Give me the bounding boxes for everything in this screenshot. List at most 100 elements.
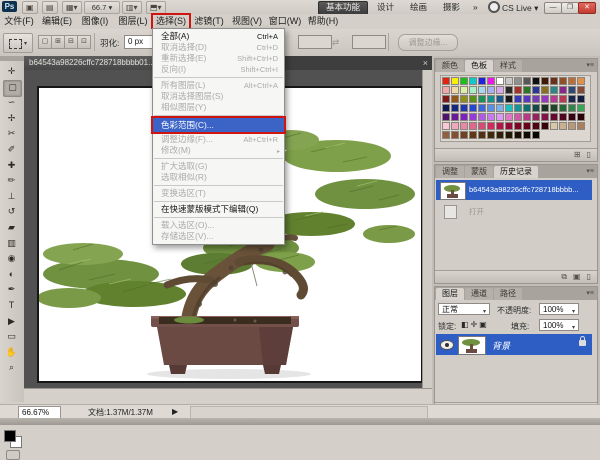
color-swatch[interactable] <box>568 86 576 94</box>
brush-tool[interactable]: ✏ <box>3 173 20 188</box>
color-swatch[interactable] <box>541 77 549 85</box>
color-swatch[interactable] <box>487 104 495 112</box>
color-swatch[interactable] <box>505 122 513 130</box>
dodge-tool[interactable]: ◐ <box>3 267 20 282</box>
layers-tab-1[interactable]: 通道 <box>465 288 493 300</box>
color-swatch[interactable] <box>523 77 531 85</box>
color-swatch[interactable] <box>496 113 504 121</box>
color-swatch[interactable] <box>496 77 504 85</box>
select-menu-item[interactable]: 取消选择图层(S) <box>153 91 284 102</box>
menu-item-8[interactable]: 帮助(H) <box>304 14 342 29</box>
menu-item-2[interactable]: 图像(I) <box>76 14 114 29</box>
color-swatch[interactable] <box>541 104 549 112</box>
color-swatch[interactable] <box>505 113 513 121</box>
color-swatch[interactable] <box>451 122 459 130</box>
color-swatch[interactable] <box>451 77 459 85</box>
color-swatch[interactable] <box>532 86 540 94</box>
color-swatch[interactable] <box>568 77 576 85</box>
menu-item-6[interactable]: 视图(V) <box>228 14 266 29</box>
color-swatch[interactable] <box>487 113 495 121</box>
color-swatch[interactable] <box>541 95 549 103</box>
select-menu-item[interactable]: 修改(M)▸ <box>153 145 284 156</box>
color-swatch[interactable] <box>469 86 477 94</box>
select-menu-item[interactable]: 存储选区(V)... <box>153 231 284 242</box>
color-swatch[interactable] <box>460 104 468 112</box>
color-swatch[interactable] <box>496 104 504 112</box>
color-swatch[interactable] <box>478 77 486 85</box>
gradient-tool[interactable]: ▥ <box>3 236 20 251</box>
color-swatch[interactable] <box>478 86 486 94</box>
color-swatch[interactable] <box>577 95 585 103</box>
color-swatch[interactable] <box>577 122 585 130</box>
add-selection-mode-icon[interactable]: ⊞ <box>51 35 65 49</box>
select-menu-item[interactable]: 相似图层(Y) <box>153 102 284 113</box>
lock-icons[interactable]: ◧✛▣ <box>461 320 489 329</box>
blur-tool[interactable]: ◉ <box>3 251 20 266</box>
color-swatch[interactable] <box>505 95 513 103</box>
color-swatch[interactable] <box>478 131 486 139</box>
color-swatch[interactable] <box>568 95 576 103</box>
color-swatch[interactable] <box>532 95 540 103</box>
panel-menu-icon[interactable]: ▾≡ <box>586 288 596 300</box>
subtract-selection-mode-icon[interactable]: ⊟ <box>64 35 78 49</box>
color-swatch[interactable] <box>451 86 459 94</box>
new-swatch-icon[interactable]: ⊞ <box>574 149 581 161</box>
color-swatch[interactable] <box>487 131 495 139</box>
menu-item-1[interactable]: 编辑(E) <box>38 14 76 29</box>
close-button[interactable]: ✕ <box>578 2 596 14</box>
move-tool[interactable]: ✛ <box>3 64 20 79</box>
color-swatch[interactable] <box>451 113 459 121</box>
color-swatch[interactable] <box>550 86 558 94</box>
color-swatch[interactable] <box>559 95 567 103</box>
select-menu-item[interactable]: 扩大选取(G) <box>153 161 284 172</box>
color-swatch[interactable] <box>577 113 585 121</box>
color-swatch[interactable] <box>523 131 531 139</box>
menu-item-7[interactable]: 窗口(W) <box>266 14 304 29</box>
history-state-row[interactable]: 打开 <box>436 201 592 221</box>
select-menu-item[interactable]: 反向(I)Shift+Ctrl+I <box>153 64 284 75</box>
color-swatch[interactable] <box>523 95 531 103</box>
workspace-overflow-button[interactable]: » <box>466 1 485 13</box>
menu-item-0[interactable]: 文件(F) <box>0 14 38 29</box>
panel-menu-icon[interactable]: ▾≡ <box>586 60 596 72</box>
document-close-icon[interactable]: × <box>423 56 428 70</box>
color-swatch[interactable] <box>514 104 522 112</box>
color-swatch[interactable] <box>514 77 522 85</box>
pen-tool[interactable]: ✒ <box>3 282 20 297</box>
color-swatch[interactable] <box>505 77 513 85</box>
color-swatch[interactable] <box>514 86 522 94</box>
color-swatch[interactable] <box>469 122 477 130</box>
hand-tool[interactable]: ✋ <box>3 345 20 360</box>
color-swatch[interactable] <box>523 122 531 130</box>
color-swatch[interactable] <box>568 122 576 130</box>
color-swatch[interactable] <box>559 77 567 85</box>
fill-control[interactable]: 100%▾ <box>539 319 579 334</box>
swatches-tab-0[interactable]: 颜色 <box>436 60 464 72</box>
color-swatch[interactable] <box>451 131 459 139</box>
horizontal-scrollbar[interactable] <box>24 388 432 405</box>
color-swatch[interactable] <box>559 113 567 121</box>
color-swatch[interactable] <box>487 122 495 130</box>
color-swatch[interactable] <box>442 86 450 94</box>
color-swatch[interactable] <box>469 113 477 121</box>
color-swatch[interactable] <box>469 104 477 112</box>
color-swatch[interactable] <box>541 122 549 130</box>
workspace-button-0[interactable]: 基本功能 <box>318 1 368 15</box>
color-swatch[interactable] <box>532 77 540 85</box>
panel-menu-icon[interactable]: ▾≡ <box>586 166 596 178</box>
color-swatch[interactable] <box>541 113 549 121</box>
color-swatch[interactable] <box>514 95 522 103</box>
color-swatch[interactable] <box>460 86 468 94</box>
swatches-tab-1[interactable]: 色板 <box>465 60 493 72</box>
swatches-tab-2[interactable]: 样式 <box>494 60 522 72</box>
color-swatch[interactable] <box>523 113 531 121</box>
color-swatch[interactable] <box>559 104 567 112</box>
color-swatch[interactable] <box>469 95 477 103</box>
color-swatch[interactable] <box>514 131 522 139</box>
color-swatch[interactable] <box>541 86 549 94</box>
path-selection-tool[interactable]: ▶ <box>3 314 20 329</box>
layers-tab-2[interactable]: 路径 <box>494 288 522 300</box>
color-swatch[interactable] <box>559 86 567 94</box>
color-swatch[interactable] <box>514 113 522 121</box>
history-tab-0[interactable]: 调整 <box>436 166 464 178</box>
